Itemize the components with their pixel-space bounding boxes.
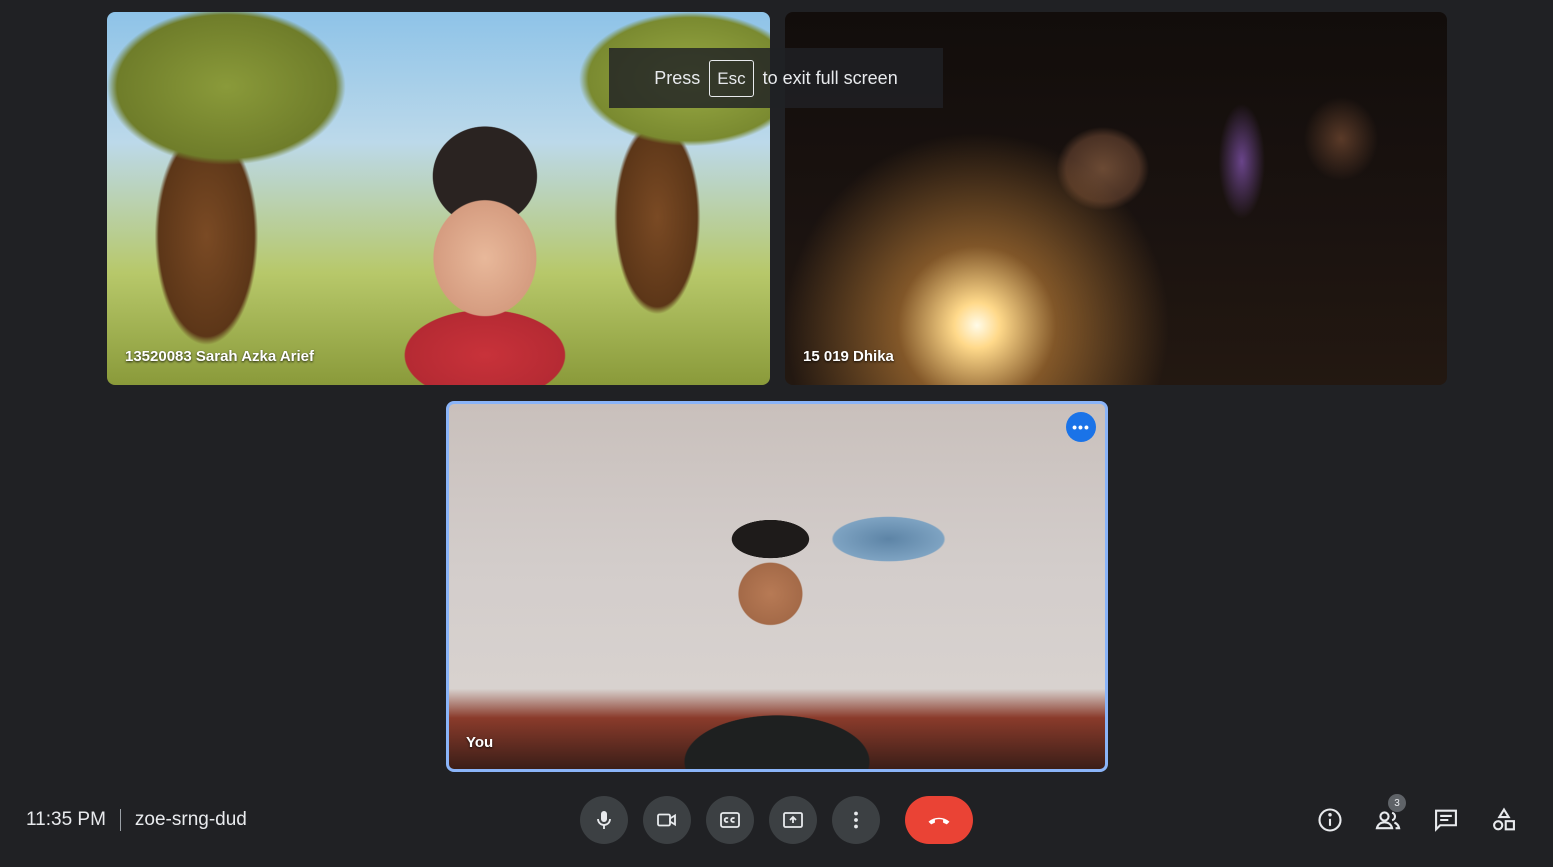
captions-button[interactable] — [706, 796, 754, 844]
banner-suffix-text: to exit full screen — [762, 67, 898, 88]
info-icon — [1318, 808, 1342, 832]
chat-icon — [1435, 809, 1457, 832]
participant-name: 15 019 Dhika — [803, 348, 894, 365]
microphone-button[interactable] — [580, 796, 628, 844]
meeting-details: 11:35 PM zoe-srng-dud — [26, 809, 247, 831]
esc-key-badge: Esc — [709, 59, 754, 97]
meeting-code: zoe-srng-dud — [134, 809, 247, 830]
participant-tile-self[interactable]: ••• You — [446, 401, 1108, 772]
meeting-time: 11:35 PM — [26, 809, 106, 830]
more-horizontal-icon: ••• — [1072, 419, 1090, 435]
tile-more-options-button[interactable]: ••• — [1066, 412, 1096, 442]
meeting-info-button[interactable] — [1310, 800, 1350, 840]
end-call-icon — [928, 817, 950, 825]
meeting-stage: 13520083 Sarah Azka Arief 15 019 Dhika •… — [0, 0, 1553, 867]
chat-button[interactable] — [1426, 800, 1466, 840]
more-options-icon — [854, 811, 858, 829]
present-screen-icon — [783, 812, 803, 828]
bottom-toolbar: 11:35 PM zoe-srng-dud 3 — [0, 790, 1553, 852]
end-call-button[interactable] — [905, 796, 973, 844]
activities-button[interactable] — [1484, 800, 1524, 840]
divider — [119, 809, 121, 831]
fullscreen-exit-banner: Press Esc to exit full screen — [609, 48, 943, 108]
camera-button[interactable] — [643, 796, 691, 844]
call-controls — [580, 796, 973, 844]
camera-icon — [657, 813, 676, 827]
microphone-icon — [597, 811, 611, 829]
more-options-button[interactable] — [832, 796, 880, 844]
activities-icon — [1493, 807, 1515, 831]
participant-name: 13520083 Sarah Azka Arief — [125, 348, 315, 365]
present-button[interactable] — [769, 796, 817, 844]
participant-name: You — [466, 734, 494, 751]
banner-press-text: Press — [654, 67, 701, 88]
captions-icon — [720, 812, 740, 828]
people-button[interactable]: 3 — [1368, 794, 1408, 840]
participant-count-badge: 3 — [1388, 794, 1406, 812]
side-panel-controls: 3 — [1310, 794, 1524, 840]
